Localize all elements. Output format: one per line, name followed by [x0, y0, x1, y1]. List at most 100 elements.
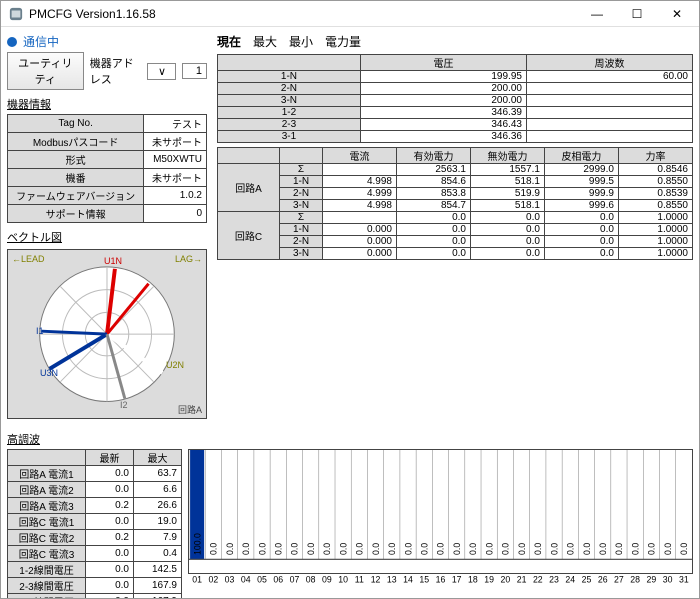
vector-diagram: ←LEAD LAG→ U1N U2N U3N I1 I2 回路A: [7, 249, 207, 419]
harm-row-label: 1-2線間電圧: [8, 562, 86, 578]
voltage-row-value: 346.43: [360, 119, 526, 131]
tab-current[interactable]: 現在: [217, 33, 241, 50]
power-cell: 0.0: [544, 224, 618, 236]
svg-text:0.0: 0.0: [290, 543, 300, 555]
power-cell: [323, 212, 397, 224]
voltage-row-value: 200.00: [360, 95, 526, 107]
power-route-a: 回路A: [218, 164, 280, 212]
row-tagno-value: テスト: [144, 115, 207, 133]
harm-latest: 0.0: [86, 594, 134, 599]
power-header: 皮相電力: [544, 148, 618, 164]
comm-status: 通信中: [7, 33, 207, 50]
svg-text:12: 12: [371, 574, 381, 584]
harm-latest: 0.2: [86, 498, 134, 514]
harm-latest: 0.0: [86, 578, 134, 594]
power-cell: 0.000: [323, 236, 397, 248]
power-cell: 4.999: [323, 188, 397, 200]
power-cell: 854.7: [396, 200, 470, 212]
svg-text:0.0: 0.0: [387, 543, 397, 555]
row-modbus-value: 未サポート: [144, 133, 207, 151]
row-modbus-label: Modbusパスコード: [8, 133, 144, 151]
window-title: PMCFG Version1.16.58: [29, 7, 583, 21]
power-header: 電流: [323, 148, 397, 164]
minimize-button[interactable]: —: [583, 7, 611, 21]
lag-label: LAG→: [175, 254, 202, 264]
svg-text:18: 18: [468, 574, 478, 584]
power-cell: 0.8550: [618, 200, 692, 212]
power-row-label: Σ: [280, 164, 323, 176]
svg-text:0.0: 0.0: [598, 543, 608, 555]
power-cell: 518.1: [470, 176, 544, 188]
svg-text:0.0: 0.0: [647, 543, 657, 555]
svg-text:10: 10: [338, 574, 348, 584]
power-cell: 0.000: [323, 248, 397, 260]
power-cell: 0.8539: [618, 188, 692, 200]
svg-text:29: 29: [647, 574, 657, 584]
voltage-row-value: [526, 83, 692, 95]
voltage-row-value: 346.39: [360, 107, 526, 119]
voltage-row-label: 2-3: [218, 119, 361, 131]
svg-text:30: 30: [663, 574, 673, 584]
i2-label: I2: [120, 400, 128, 410]
svg-text:0.0: 0.0: [322, 543, 332, 555]
voltage-header-freq: 周波数: [526, 55, 692, 71]
maximize-button[interactable]: ☐: [623, 7, 651, 21]
power-cell: 1.0000: [618, 224, 692, 236]
utility-button[interactable]: ユーティリティ: [7, 52, 84, 90]
svg-text:0.0: 0.0: [501, 543, 511, 555]
harm-latest: 0.0: [86, 514, 134, 530]
harm-latest: 0.0: [86, 466, 134, 482]
addr-select[interactable]: ∨: [147, 63, 176, 80]
power-cell: 519.9: [470, 188, 544, 200]
svg-text:0.0: 0.0: [257, 543, 267, 555]
power-row-label: 3-N: [280, 248, 323, 260]
power-cell: 853.8: [396, 188, 470, 200]
svg-text:0.0: 0.0: [663, 543, 673, 555]
power-row-label: 2-N: [280, 236, 323, 248]
power-cell: 1557.1: [470, 164, 544, 176]
harm-row-label: 回路C 電流3: [8, 546, 86, 562]
svg-text:0.0: 0.0: [436, 543, 446, 555]
power-cell: 0.0: [544, 212, 618, 224]
voltage-row-value: 199.95: [360, 71, 526, 83]
tab-max[interactable]: 最大: [253, 33, 277, 50]
svg-text:15: 15: [419, 574, 429, 584]
svg-text:0.0: 0.0: [355, 543, 365, 555]
svg-text:04: 04: [241, 574, 251, 584]
svg-text:24: 24: [565, 574, 575, 584]
svg-text:0.0: 0.0: [371, 543, 381, 555]
harmonics-section: 高調波: [7, 431, 693, 447]
vector-section: ベクトル図: [7, 229, 207, 245]
vector-channel-label: 回路A: [178, 403, 202, 416]
power-header: 有効電力: [396, 148, 470, 164]
voltage-row-label: 1-2: [218, 107, 361, 119]
row-fw-value: 1.0.2: [144, 187, 207, 205]
power-cell: 0.8550: [618, 176, 692, 188]
harm-max: 19.0: [134, 514, 182, 530]
harm-max: 6.6: [134, 482, 182, 498]
svg-text:08: 08: [306, 574, 316, 584]
i1-label: I1: [36, 326, 44, 336]
voltage-header-volt: 電圧: [360, 55, 526, 71]
svg-text:01: 01: [192, 574, 202, 584]
tab-min[interactable]: 最小: [289, 33, 313, 50]
row-support-value: 0: [144, 205, 207, 223]
power-cell: 4.998: [323, 176, 397, 188]
power-cell: 518.1: [470, 200, 544, 212]
power-cell: 1.0000: [618, 212, 692, 224]
addr-value[interactable]: 1: [182, 63, 208, 79]
tab-energy[interactable]: 電力量: [325, 33, 361, 50]
harm-row-label: 回路A 電流1: [8, 466, 86, 482]
voltage-row-label: 3-1: [218, 131, 361, 143]
addr-label: 機器アドレス: [90, 55, 141, 87]
svg-text:0.0: 0.0: [468, 543, 478, 555]
svg-text:28: 28: [630, 574, 640, 584]
harm-max: 167.9: [134, 578, 182, 594]
harm-max: 26.6: [134, 498, 182, 514]
svg-text:06: 06: [273, 574, 283, 584]
power-cell: 999.9: [544, 188, 618, 200]
power-cell: 2563.1: [396, 164, 470, 176]
tabs: 現在 最大 最小 電力量: [217, 33, 693, 50]
svg-text:0.0: 0.0: [679, 543, 689, 555]
close-button[interactable]: ✕: [663, 7, 691, 21]
